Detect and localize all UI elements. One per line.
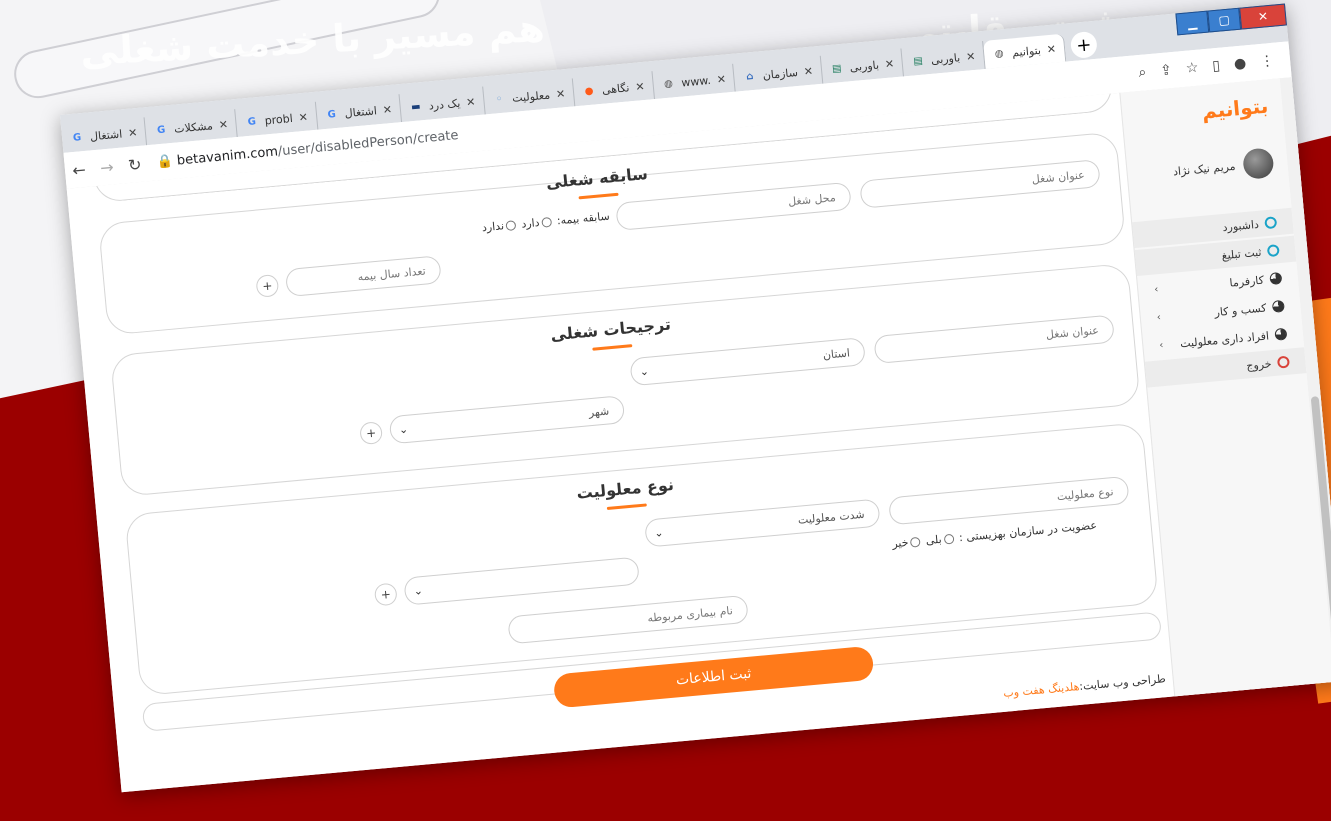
- close-tab-icon[interactable]: ✕: [635, 79, 645, 93]
- chevron-down-icon: ⌄: [412, 583, 424, 598]
- circle-icon: [1276, 355, 1290, 369]
- browser-window: G اشتغال ✕ G مشکلات ✕ Gprobl ✕ G اشتغال ✕ ▬ یک درد ✕ ◦…: [60, 3, 1331, 793]
- close-tab-icon[interactable]: ✕: [555, 87, 565, 101]
- disability-severity-select-value: شدت معلولیت: [797, 507, 866, 527]
- radio-no[interactable]: [910, 536, 921, 548]
- radio-has-not[interactable]: [505, 220, 517, 232]
- close-tab-icon[interactable]: ✕: [298, 110, 308, 124]
- chevron-left-icon: ‹: [1156, 311, 1162, 323]
- doc-icon: ▤: [831, 62, 843, 75]
- doc-icon: ▤: [912, 55, 924, 67]
- tab-label: یک درد: [428, 96, 461, 113]
- chevron-down-icon: ⌄: [398, 422, 409, 437]
- pie-icon: [1274, 327, 1288, 341]
- page-content: سابقه شغلی عنوان شغل محل شغل سابقه بیمه:…: [66, 77, 1331, 793]
- minimize-button[interactable]: ▁: [1175, 10, 1210, 36]
- url-host: betavanim.com: [176, 143, 279, 169]
- sidebar-item-label: خروج: [1245, 356, 1273, 372]
- sidebar-item-label: ثبت تبلیغ: [1221, 245, 1262, 262]
- chevron-left-icon: ‹: [1153, 283, 1159, 296]
- radio-has-label: دارد: [520, 216, 541, 231]
- main-form-area: سابقه شغلی عنوان شغل محل شغل سابقه بیمه:…: [67, 92, 1176, 792]
- close-window-button[interactable]: ✕: [1239, 3, 1287, 30]
- google-icon: G: [156, 124, 166, 136]
- reload-icon[interactable]: ↻: [120, 154, 150, 175]
- close-tab-icon[interactable]: ✕: [716, 72, 726, 86]
- tab-label: مشکلات: [173, 118, 214, 136]
- new-tab-button[interactable]: +: [1069, 30, 1098, 60]
- close-tab-icon[interactable]: ✕: [218, 117, 228, 131]
- lock-icon: 🔒: [156, 153, 174, 170]
- star-icon[interactable]: ☆: [1185, 60, 1199, 77]
- google-icon: G: [327, 108, 337, 121]
- maximize-button[interactable]: ▢: [1207, 7, 1242, 33]
- footer-link[interactable]: هلدینگ هفت وب: [1003, 680, 1080, 700]
- radio-has-not-label: ندارد: [481, 219, 505, 235]
- tab-label: www.: [680, 73, 712, 90]
- close-tab-icon[interactable]: ✕: [803, 64, 813, 78]
- circle-icon: [1264, 216, 1278, 230]
- close-tab-icon[interactable]: ✕: [1046, 42, 1056, 56]
- radio-no-label: خیر: [891, 535, 910, 551]
- chevron-down-icon: ⌄: [639, 364, 650, 378]
- profile-icon[interactable]: ●: [1233, 55, 1247, 72]
- tab-label: باوربی: [849, 58, 880, 74]
- radio-yes-label: بلی: [925, 532, 943, 548]
- user-name: مریم نیک نژاد: [1172, 159, 1237, 178]
- brand-logo[interactable]: بتوانیم: [1201, 94, 1269, 124]
- radio-has[interactable]: [541, 216, 552, 228]
- chevron-down-icon: ⌄: [653, 525, 665, 540]
- globe-icon: ◍: [663, 77, 674, 90]
- google-icon: G: [247, 115, 257, 128]
- radio-yes[interactable]: [943, 533, 955, 545]
- footer-credit: طراحی وب سایت:هلدینگ هفت وب: [1003, 672, 1166, 700]
- close-tab-icon[interactable]: ✕: [128, 126, 138, 140]
- globe-icon: ◍: [994, 47, 1005, 60]
- url-path: /user/disabledPerson/create: [277, 127, 460, 159]
- circle-icon: [1266, 244, 1280, 258]
- pie-icon: [1269, 271, 1283, 285]
- tab-label: باوربی: [930, 50, 961, 67]
- kebab-menu-icon[interactable]: ⋮: [1259, 53, 1274, 70]
- close-tab-icon[interactable]: ✕: [466, 95, 476, 109]
- tab-label: اشتغال: [344, 103, 378, 120]
- close-tab-icon[interactable]: ✕: [382, 102, 392, 116]
- tab-label: سازمان: [762, 65, 799, 82]
- back-arrow-icon[interactable]: ←: [64, 159, 94, 180]
- user-profile[interactable]: مریم نیک نژاد: [1172, 147, 1275, 186]
- film-icon: ▬: [410, 100, 422, 113]
- toolbar-icons: ⌕ ⇪ ☆ ▯ ● ⋮: [1138, 53, 1275, 81]
- zoom-icon[interactable]: ⌕: [1138, 64, 1147, 81]
- avatar: [1242, 147, 1275, 180]
- tab-label: بتوانیم: [1011, 43, 1042, 59]
- chevron-left-icon: ‹: [1158, 339, 1164, 351]
- sidebar-item-label: افراد داری معلولیت: [1179, 328, 1270, 350]
- sidebar-item-label: داشبورد: [1221, 217, 1260, 234]
- close-tab-icon[interactable]: ✕: [966, 49, 976, 63]
- province-select-value: استان: [822, 345, 851, 362]
- sidepanel-icon[interactable]: ▯: [1212, 58, 1221, 75]
- tab-label: اشتغال: [89, 126, 123, 143]
- sidebar-item-label: کسب و کار: [1213, 300, 1267, 319]
- building-icon: ⌂: [745, 70, 754, 83]
- promo-backdrop: ثبت رقابتی هم مسیر با خدمت شغلی Gاشتغال✕…: [0, 0, 1331, 821]
- tab-label: معلولیت: [511, 88, 551, 105]
- close-tab-icon[interactable]: ✕: [884, 57, 894, 71]
- city-select-value: شهر: [588, 403, 610, 419]
- google-icon: G: [72, 131, 82, 144]
- footer-prefix: طراحی وب سایت:: [1078, 672, 1167, 693]
- share-icon[interactable]: ⇪: [1160, 62, 1173, 79]
- generic-icon: ◦: [495, 93, 503, 105]
- sidebar-item-label: کارفرما: [1228, 273, 1265, 290]
- orange-logo-icon: ●: [584, 85, 594, 97]
- tab-label: نگاهی: [601, 80, 630, 97]
- tab-label: probl: [264, 111, 294, 127]
- pie-icon: [1271, 299, 1285, 313]
- forward-arrow-icon[interactable]: →: [92, 156, 122, 177]
